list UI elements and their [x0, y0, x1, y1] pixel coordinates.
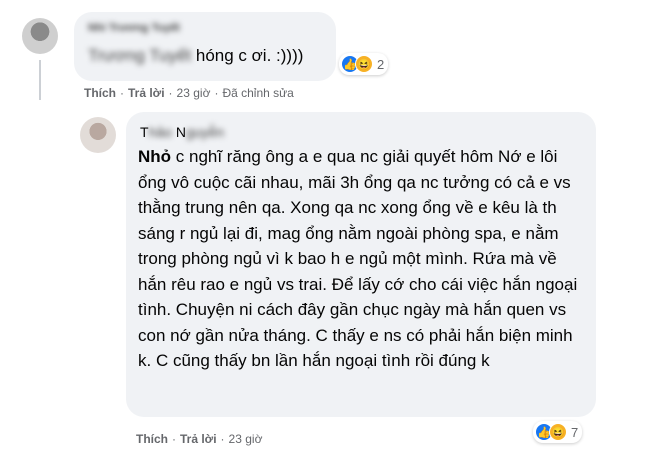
- comment-bubble: Nhi Trương Tuyết Trương Tuyết hóng c ơi.…: [74, 12, 336, 81]
- separator-dot: ·: [220, 432, 225, 446]
- avatar[interactable]: [22, 18, 58, 54]
- comment-bubble: Thảo Nguyễn Nhỏ c nghĩ răng ông a e qua …: [126, 112, 596, 417]
- like-button[interactable]: Thích: [84, 86, 116, 100]
- comment-author[interactable]: Nhi Trương Tuyết: [88, 22, 180, 34]
- comment-text: Nhỏ c nghĩ răng ông a e qua nc giải quyế…: [138, 144, 588, 374]
- avatar[interactable]: [80, 117, 116, 153]
- timestamp[interactable]: 23 giờ: [229, 432, 263, 446]
- haha-icon: 😆: [549, 423, 567, 441]
- reaction-summary[interactable]: 👍 😆 2: [339, 53, 389, 75]
- comment-text: hóng c ơi. :)))): [195, 46, 304, 65]
- comment-author[interactable]: Thảo Nguyễn: [140, 124, 224, 140]
- comment-text-row: Trương Tuyết hóng c ơi. :)))): [88, 46, 303, 66]
- reaction-count: 7: [571, 424, 579, 440]
- author-blurred-part: guyễn: [185, 124, 225, 140]
- like-button[interactable]: Thích: [136, 432, 168, 446]
- author-initial: T: [140, 124, 149, 140]
- reply-button[interactable]: Trả lời: [180, 432, 217, 446]
- mention-blurred: Trương Tuyết: [88, 46, 192, 65]
- reaction-count: 2: [377, 56, 385, 72]
- reply-button[interactable]: Trả lời: [128, 86, 165, 100]
- author-blurred-part: hảo: [148, 124, 172, 140]
- reaction-summary[interactable]: 👍 😆 7: [533, 421, 583, 443]
- author-initial: N: [175, 124, 186, 140]
- separator-dot: ·: [172, 432, 176, 446]
- haha-icon: 😆: [355, 55, 373, 73]
- edited-label: Đã chỉnh sửa: [222, 86, 294, 100]
- separator-dot: ·: [120, 86, 124, 100]
- comment-actions: Thích · Trả lời · 23 giờ: [136, 432, 262, 446]
- comment-text-bold: Nhỏ: [138, 147, 172, 166]
- timestamp[interactable]: 23 giờ: [177, 86, 211, 100]
- comment-text-rest: c nghĩ răng ông a e qua nc giải quyết hô…: [138, 147, 578, 370]
- separator-dot: ·: [214, 86, 219, 100]
- comment-actions: Thích · Trả lời · 23 giờ · Đã chỉnh sửa: [84, 86, 294, 100]
- separator-dot: ·: [168, 86, 173, 100]
- thread-line: [39, 60, 41, 100]
- author-name-blurred: Nhi Trương Tuyết: [88, 22, 180, 34]
